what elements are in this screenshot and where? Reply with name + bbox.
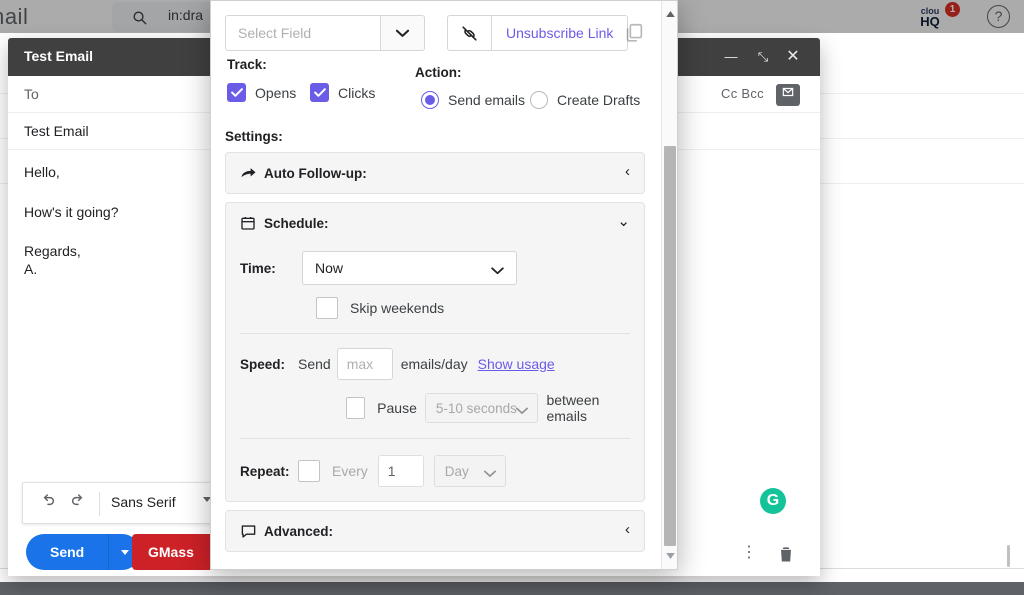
auto-followup-header[interactable]: Auto Follow-up: ‹ bbox=[226, 153, 644, 193]
time-dropdown-value: Now bbox=[315, 260, 344, 276]
radio-selected-icon bbox=[421, 91, 439, 109]
chevron-down-icon bbox=[483, 465, 496, 483]
chevron-down-icon[interactable]: ⌄ bbox=[617, 214, 630, 230]
pause-interval-dropdown[interactable]: 5-10 seconds bbox=[424, 393, 539, 423]
schedule-header[interactable]: Schedule: ⌄ bbox=[226, 203, 644, 243]
panel-scrollbar[interactable] bbox=[661, 1, 677, 569]
repeat-label: Repeat: bbox=[240, 463, 290, 479]
repeat-every-label: Every bbox=[332, 463, 368, 479]
scroll-down-arrow-icon[interactable] bbox=[662, 547, 677, 565]
broken-link-icon bbox=[448, 16, 492, 50]
minimize-icon[interactable]: — bbox=[720, 46, 742, 68]
compose-title: Test Email bbox=[24, 48, 93, 64]
speed-label: Speed: bbox=[240, 356, 286, 372]
gmass-panel-content: Select Field Unsubscribe Link Track: Act… bbox=[211, 1, 659, 569]
time-dropdown[interactable]: Now bbox=[302, 251, 517, 285]
track-clicks-checkbox[interactable]: Clicks bbox=[310, 83, 375, 102]
skip-weekends-label: Skip weekends bbox=[350, 300, 445, 316]
track-heading: Track: bbox=[227, 57, 267, 72]
chevron-down-icon bbox=[491, 262, 504, 280]
subject-field-value: Test Email bbox=[24, 123, 89, 139]
speed-row: Speed: Send max emails/day Show usage bbox=[240, 348, 630, 380]
track-opens-checkbox[interactable]: Opens bbox=[227, 83, 296, 102]
time-row: Time: Now bbox=[240, 251, 630, 285]
auto-followup-title: Auto Follow-up: bbox=[264, 165, 367, 181]
popout-icon[interactable]: ⤡ bbox=[752, 46, 774, 68]
advanced-header[interactable]: Advanced: ‹ bbox=[226, 511, 644, 551]
panel-scrollbar-thumb[interactable] bbox=[664, 146, 676, 546]
font-family-selector[interactable]: Sans Serif bbox=[111, 494, 176, 510]
repeat-unit-dropdown[interactable]: Day bbox=[433, 455, 506, 487]
send-button-group: Send bbox=[26, 534, 141, 570]
more-options-icon[interactable]: ⋮ bbox=[740, 544, 758, 564]
merge-field-row: Select Field Unsubscribe Link bbox=[225, 11, 645, 53]
cc-bcc-toggle[interactable]: Cc Bcc bbox=[721, 86, 764, 101]
radio-unselected-icon bbox=[530, 91, 548, 109]
action-send-emails-label: Send emails bbox=[448, 92, 526, 108]
close-icon[interactable]: ✕ bbox=[782, 46, 804, 68]
action-create-drafts-label: Create Drafts bbox=[557, 92, 641, 108]
action-heading: Action: bbox=[415, 65, 462, 80]
pause-label: Pause bbox=[377, 400, 417, 416]
advanced-title: Advanced: bbox=[264, 523, 334, 539]
repeat-row: Repeat: Every 1 Day bbox=[240, 455, 630, 487]
gmass-envelope-icon[interactable] bbox=[776, 84, 800, 106]
show-usage-link[interactable]: Show usage bbox=[478, 356, 555, 372]
unsubscribe-link-label: Unsubscribe Link bbox=[506, 25, 614, 41]
copy-icon[interactable] bbox=[623, 21, 645, 45]
schedule-body: Time: Now Skip weekends Speed: Send max … bbox=[226, 251, 644, 501]
trash-icon[interactable] bbox=[776, 543, 796, 565]
chevron-down-icon bbox=[516, 402, 529, 420]
redo-icon[interactable] bbox=[67, 493, 89, 515]
schedule-title: Schedule: bbox=[264, 215, 329, 231]
calendar-icon bbox=[240, 215, 260, 231]
gmass-button[interactable]: GMass bbox=[132, 534, 210, 570]
chevron-left-icon[interactable]: ‹ bbox=[625, 522, 630, 538]
undo-icon[interactable] bbox=[37, 493, 59, 515]
grammarly-icon[interactable]: G bbox=[760, 488, 786, 514]
repeat-count-input[interactable]: 1 bbox=[377, 455, 424, 487]
repeat-checkbox[interactable] bbox=[298, 460, 320, 482]
section-divider bbox=[240, 333, 630, 334]
pause-interval-value: 5-10 seconds bbox=[435, 400, 517, 416]
chevron-left-icon[interactable]: ‹ bbox=[625, 164, 630, 180]
settings-heading: Settings: bbox=[225, 129, 283, 144]
speed-send-word: Send bbox=[298, 356, 331, 372]
gmass-settings-panel: Select Field Unsubscribe Link Track: Act… bbox=[210, 0, 678, 570]
toolbar-divider bbox=[99, 492, 100, 516]
send-button[interactable]: Send bbox=[26, 534, 109, 570]
pause-tail-label: between emails bbox=[546, 392, 600, 424]
chevron-down-icon[interactable] bbox=[380, 16, 424, 50]
to-field-placeholder: To bbox=[24, 86, 39, 102]
track-action-block: Track: Action: Opens Clicks Send emails … bbox=[225, 57, 645, 115]
select-field-placeholder: Select Field bbox=[238, 25, 312, 41]
advanced-section: Advanced: ‹ bbox=[225, 510, 645, 552]
forward-arrow-icon bbox=[240, 166, 260, 180]
track-clicks-label: Clicks bbox=[338, 84, 376, 101]
skip-weekends-checkbox[interactable] bbox=[316, 297, 338, 319]
schedule-section: Schedule: ⌄ Time: Now Skip weekends Spee… bbox=[225, 202, 645, 502]
checkbox-checked-icon bbox=[310, 83, 329, 102]
comment-icon bbox=[240, 524, 260, 539]
unsubscribe-link-button[interactable]: Unsubscribe Link bbox=[447, 15, 629, 51]
speed-amount-input[interactable]: max bbox=[336, 348, 393, 380]
action-send-emails-radio[interactable]: Send emails bbox=[421, 91, 525, 109]
pause-checkbox[interactable] bbox=[346, 397, 366, 419]
repeat-unit-value: Day bbox=[444, 463, 469, 479]
action-create-drafts-radio[interactable]: Create Drafts bbox=[530, 91, 640, 109]
skip-weekends-row: Skip weekends bbox=[240, 297, 630, 319]
track-opens-label: Opens bbox=[255, 84, 297, 101]
auto-followup-section: Auto Follow-up: ‹ bbox=[225, 152, 645, 194]
gmail-scrollbar[interactable] bbox=[1007, 545, 1010, 567]
checkbox-checked-icon bbox=[227, 83, 246, 102]
speed-unit-label: emails/day bbox=[400, 356, 468, 372]
pause-row: Pause 5-10 seconds between emails bbox=[240, 392, 630, 424]
scroll-up-arrow-icon[interactable] bbox=[662, 5, 677, 23]
window-bottom-bar bbox=[0, 582, 1024, 595]
time-label: Time: bbox=[240, 260, 276, 276]
select-field-dropdown[interactable]: Select Field bbox=[225, 15, 425, 51]
section-divider bbox=[240, 438, 630, 439]
